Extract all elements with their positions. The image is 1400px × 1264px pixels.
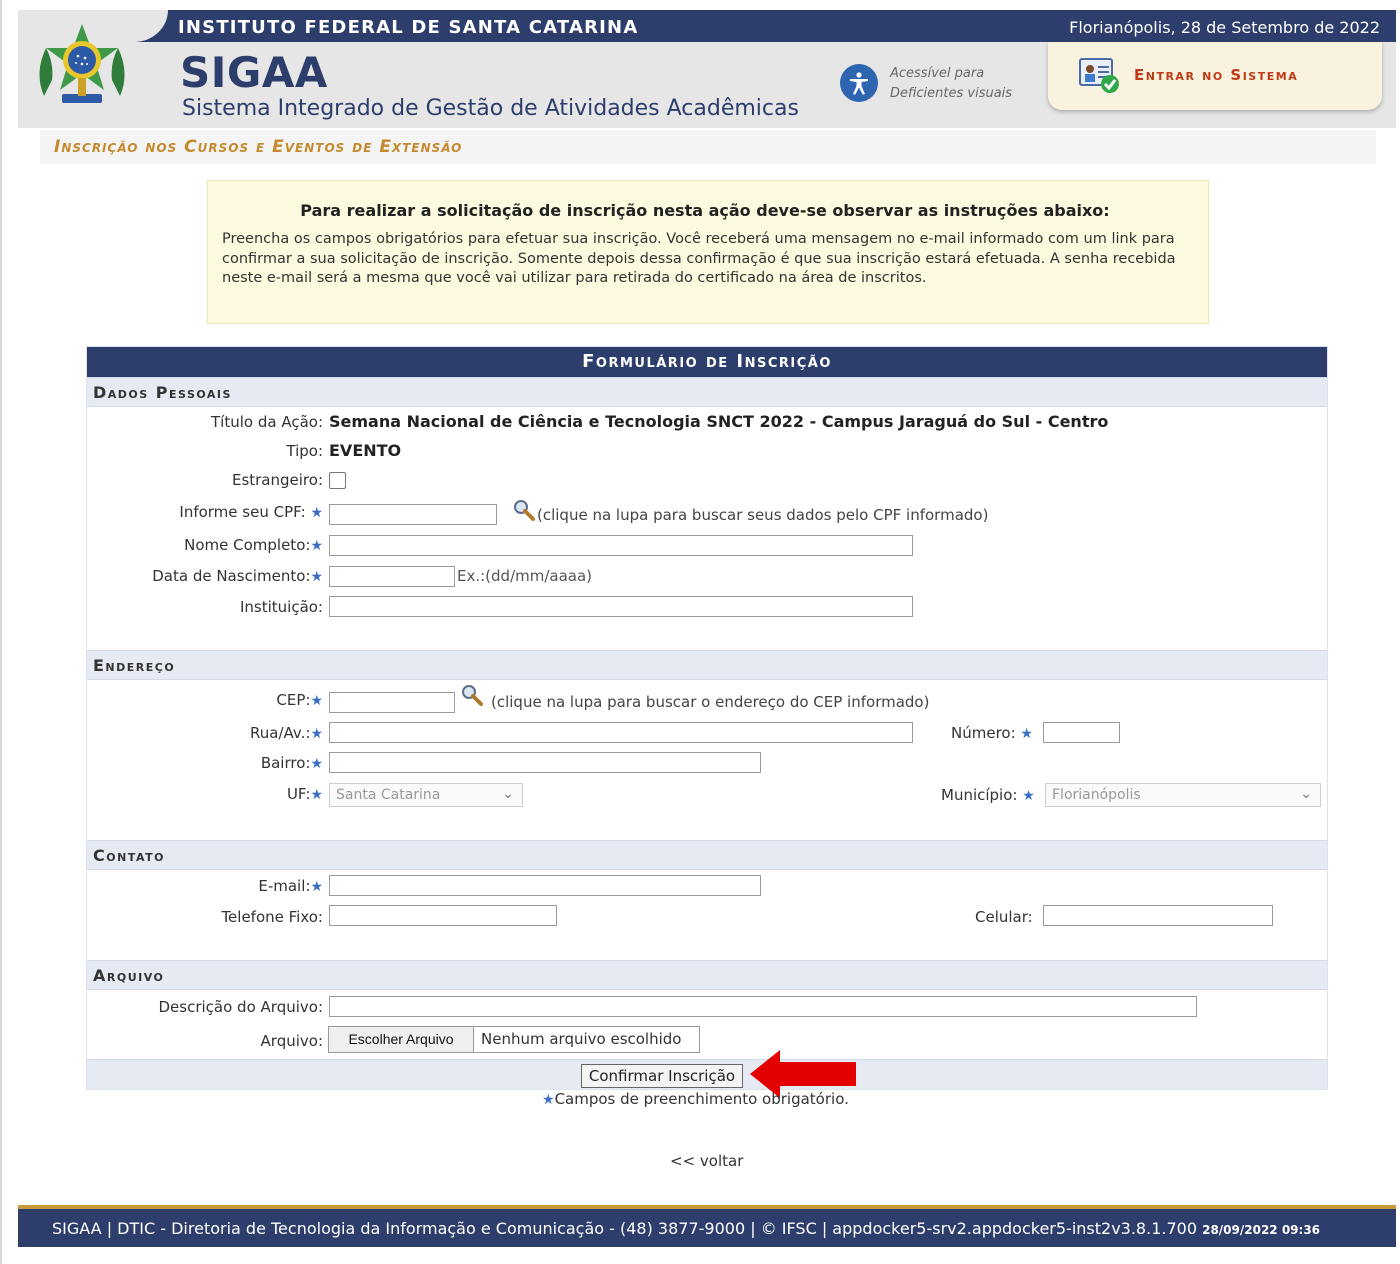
label-district: Bairro:★ xyxy=(260,754,323,772)
page-title: Inscrição nos Cursos e Eventos de Extens… xyxy=(54,137,463,157)
cep-input[interactable] xyxy=(329,692,455,713)
label-city: Município: ★ xyxy=(941,786,1035,804)
email-input[interactable] xyxy=(329,875,761,896)
label-email: E-mail:★ xyxy=(258,877,323,895)
required-star-icon: ★ xyxy=(310,787,323,803)
label-birth-date: Data de Nascimento:★ xyxy=(152,567,323,585)
uf-select[interactable]: Santa Catarina ⌄ xyxy=(329,783,523,807)
type-value: EVENTO xyxy=(329,441,402,460)
page-title-bar: Inscrição nos Cursos e Eventos de Extens… xyxy=(40,130,1376,164)
file-description-input[interactable] xyxy=(329,996,1197,1017)
registration-form: Formulário de Inscrição Dados Pessoais T… xyxy=(86,346,1328,1090)
chevron-down-icon: ⌄ xyxy=(1300,786,1312,802)
institution-name: INSTITUTO FEDERAL DE SANTA CATARINA xyxy=(178,17,639,38)
instructions-box: Para realizar a solicitação de inscrição… xyxy=(207,180,1209,324)
form-caption: Formulário de Inscrição xyxy=(87,347,1327,377)
footer: SIGAA | DTIC - Diretoria de Tecnologia d… xyxy=(18,1205,1396,1247)
cep-hint: (clique na lupa para buscar o endereço d… xyxy=(491,693,930,711)
header-band: INSTITUTO FEDERAL DE SANTA CATARINA Flor… xyxy=(18,10,1396,42)
required-star-icon: ★ xyxy=(310,693,323,709)
file-name-text: Nenhum arquivo escolhido xyxy=(481,1030,682,1048)
label-cep: CEP:★ xyxy=(276,691,323,709)
phone-input[interactable] xyxy=(329,905,557,926)
label-street: Rua/Av.:★ xyxy=(250,724,323,742)
label-phone: Telefone Fixo: xyxy=(221,908,323,926)
institution-input[interactable] xyxy=(329,596,913,617)
required-star-icon: ★ xyxy=(310,726,323,742)
required-star-icon: ★ xyxy=(310,569,323,585)
magnifier-icon[interactable] xyxy=(461,684,483,706)
street-input[interactable] xyxy=(329,722,913,743)
label-action-title: Título da Ação: xyxy=(211,413,323,431)
chevron-down-icon: ⌄ xyxy=(502,786,514,802)
login-label: Entrar no Sistema xyxy=(1134,66,1299,84)
label-file: Arquivo: xyxy=(260,1032,323,1050)
system-full-name: Sistema Integrado de Gestão de Atividade… xyxy=(182,96,799,121)
login-user-card-icon xyxy=(1079,58,1119,93)
footer-text: SIGAA | DTIC - Diretoria de Tecnologia d… xyxy=(52,1219,1197,1238)
number-input[interactable] xyxy=(1043,722,1120,743)
label-uf: UF:★ xyxy=(286,785,323,803)
required-fields-note: ★Campos de preenchimento obrigatório. xyxy=(542,1090,849,1108)
brazil-coat-of-arms-icon xyxy=(39,24,125,103)
login-button[interactable]: Entrar no Sistema xyxy=(1048,42,1382,110)
action-title-value: Semana Nacional de Ciência e Tecnologia … xyxy=(329,412,1109,431)
label-file-description: Descrição do Arquivo: xyxy=(158,998,324,1016)
back-link[interactable]: << voltar xyxy=(670,1152,743,1170)
label-full-name: Nome Completo:★ xyxy=(184,536,323,554)
required-star-icon: ★ xyxy=(310,538,323,554)
cpf-input[interactable] xyxy=(329,504,497,525)
label-number: Número: ★ xyxy=(951,724,1033,742)
section-personal-data: Dados Pessoais xyxy=(87,377,1327,407)
cpf-hint: (clique na lupa para buscar seus dados p… xyxy=(537,506,989,524)
file-input[interactable]: Escolher Arquivo Nenhum arquivo escolhid… xyxy=(328,1026,700,1053)
birth-date-input[interactable] xyxy=(329,566,455,587)
magnifier-icon[interactable] xyxy=(513,499,535,521)
label-type: Tipo: xyxy=(286,442,323,460)
label-institution: Instituição: xyxy=(239,598,323,616)
full-name-input[interactable] xyxy=(329,535,913,556)
label-cpf: Informe seu CPF: ★ xyxy=(179,503,323,521)
accessibility-icon[interactable] xyxy=(840,64,878,102)
required-star-icon: ★ xyxy=(1022,788,1035,804)
birth-date-hint: Ex.:(dd/mm/aaaa) xyxy=(457,567,593,585)
confirm-registration-button[interactable]: Confirmar Inscrição xyxy=(581,1064,743,1088)
choose-file-button[interactable]: Escolher Arquivo xyxy=(329,1027,474,1052)
section-address: Endereço xyxy=(87,650,1327,680)
section-contact: Contato xyxy=(87,840,1327,870)
required-star-icon: ★ xyxy=(1020,726,1033,742)
label-foreigner: Estrangeiro: xyxy=(231,471,323,489)
header-date: Florianópolis, 28 de Setembro de 2022 xyxy=(1069,18,1380,37)
instructions-body: Preencha os campos obrigatórios para efe… xyxy=(222,231,1176,286)
header: INSTITUTO FEDERAL DE SANTA CATARINA Flor… xyxy=(18,10,1396,128)
footer-timestamp: 28/09/2022 09:36 xyxy=(1202,1223,1321,1237)
required-star-icon: ★ xyxy=(310,879,323,895)
page: INSTITUTO FEDERAL DE SANTA CATARINA Flor… xyxy=(0,0,1400,1264)
system-name: SIGAA xyxy=(180,48,328,97)
accessibility-link[interactable]: Acessível para Deficientes visuais xyxy=(890,64,1012,104)
label-mobile: Celular: xyxy=(975,908,1033,926)
section-file: Arquivo xyxy=(87,960,1327,990)
city-select[interactable]: Florianópolis ⌄ xyxy=(1045,783,1321,807)
foreigner-checkbox[interactable] xyxy=(329,472,346,489)
district-input[interactable] xyxy=(329,752,761,773)
mobile-input[interactable] xyxy=(1043,905,1273,926)
required-star-icon: ★ xyxy=(310,505,323,521)
required-star-icon: ★ xyxy=(542,1092,555,1108)
required-star-icon: ★ xyxy=(310,756,323,772)
instructions-title: Para realizar a solicitação de inscrição… xyxy=(300,201,1110,220)
